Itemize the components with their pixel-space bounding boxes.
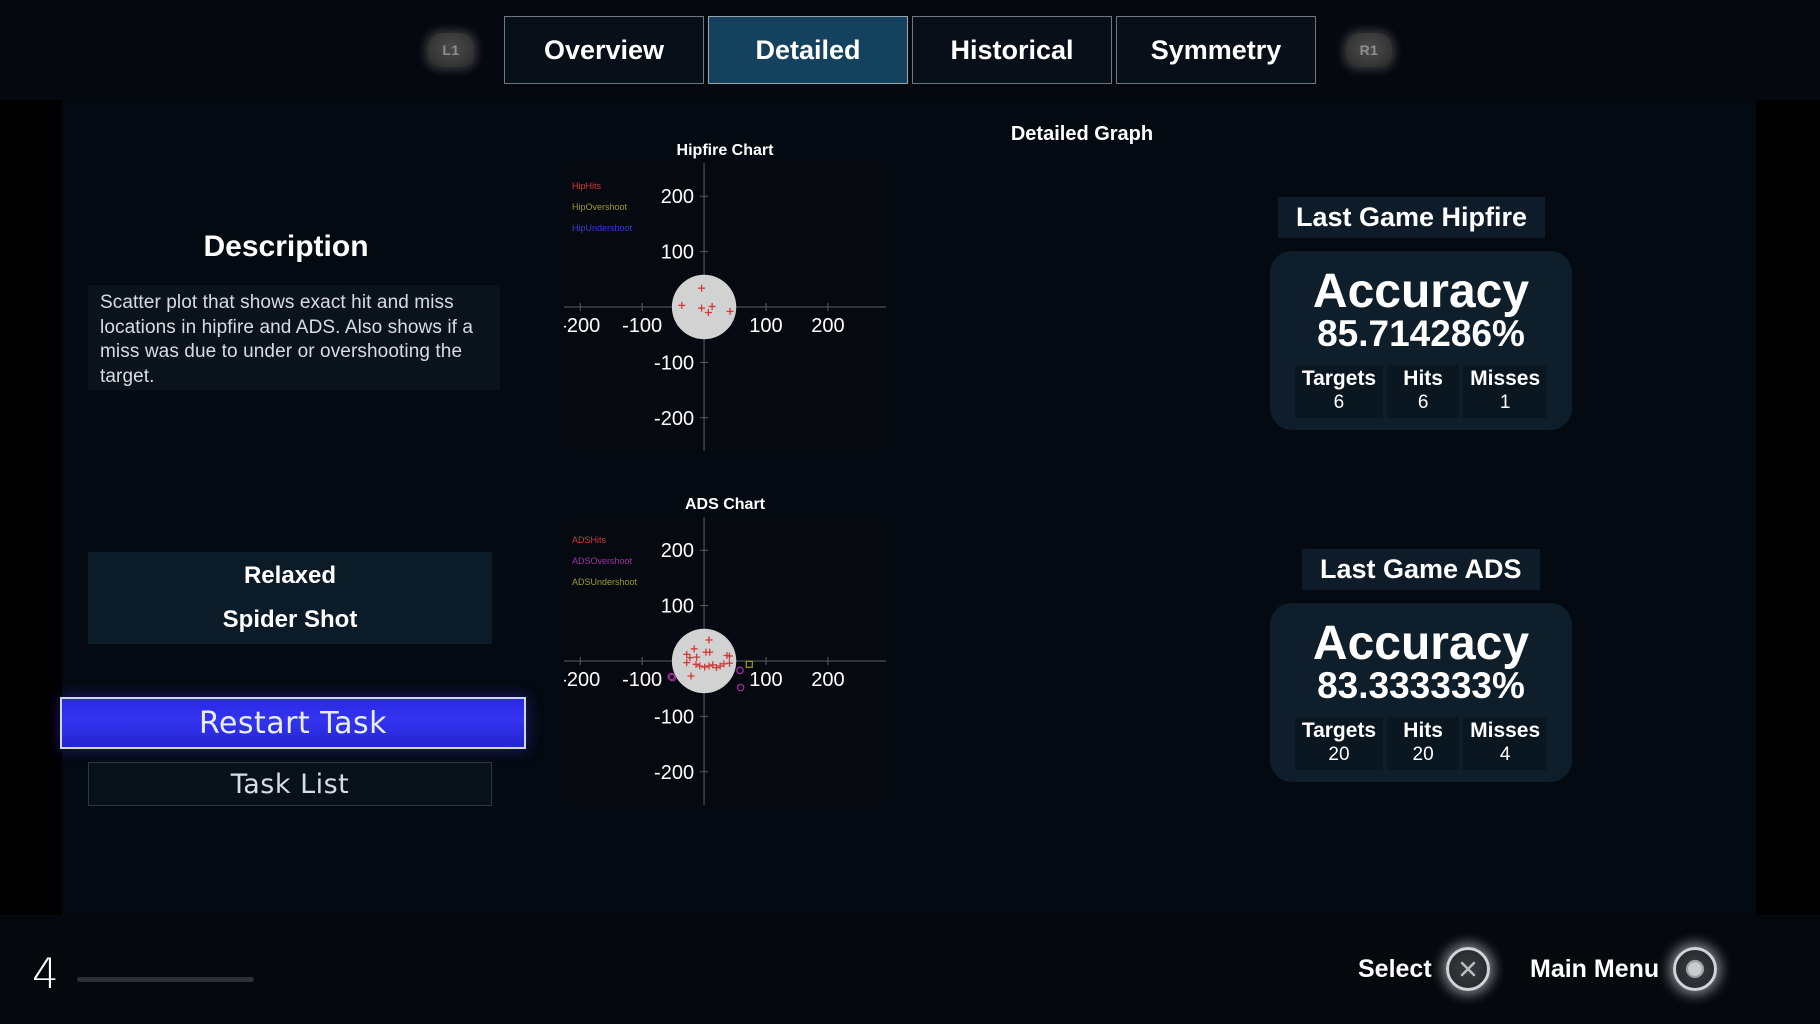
svg-text:-200: -200 — [654, 762, 694, 784]
description-box: Scatter plot that shows exact hit and mi… — [88, 285, 500, 390]
svg-text:-200: -200 — [564, 315, 600, 337]
ads-misses-value: 4 — [1470, 744, 1540, 766]
tab-symmetry[interactable]: Symmetry — [1116, 16, 1316, 84]
hipfire-chart: Hipfire Chart -200-100100200200100-100-2… — [564, 142, 886, 452]
progress-bar[interactable] — [77, 977, 254, 982]
hipfire-legend-hiphits: HipHits — [572, 181, 601, 191]
task-difficulty: Relaxed — [244, 562, 336, 590]
tab-symmetry-label: Symmetry — [1151, 35, 1282, 66]
hipfire-accuracy-value: 85.714286% — [1270, 314, 1572, 355]
ads-legend-adshits: ADSHits — [572, 535, 606, 545]
tab-bar: L1 Overview Detailed Historical Symmetry… — [0, 0, 1820, 100]
ads-targets-value: 20 — [1302, 744, 1376, 766]
l1-label: L1 — [442, 42, 459, 58]
ads-stats-card: Accuracy 83.333333% Targets 20 Hits 20 M… — [1270, 603, 1572, 782]
hipfire-chart-title: Hipfire Chart — [564, 142, 886, 160]
svg-text:200: 200 — [811, 669, 844, 691]
task-list-label: Task List — [231, 769, 350, 800]
ads-stat-row: Targets 20 Hits 20 Misses 4 — [1270, 717, 1572, 782]
tab-detailed[interactable]: Detailed — [708, 16, 908, 84]
svg-text:200: 200 — [811, 315, 844, 337]
page-title: Detailed Graph — [952, 123, 1212, 146]
ads-hits-cell: Hits 20 — [1387, 717, 1459, 770]
hipfire-misses-value: 1 — [1470, 392, 1540, 414]
hipfire-stats-header: Last Game Hipfire — [1278, 197, 1545, 238]
r1-shoulder-button[interactable]: R1 — [1346, 33, 1392, 67]
ads-targets-cell: Targets 20 — [1295, 717, 1383, 770]
svg-text:-100: -100 — [654, 352, 694, 374]
svg-text:100: 100 — [749, 315, 782, 337]
svg-text:200: 200 — [661, 186, 694, 208]
ads-accuracy-value: 83.333333% — [1270, 666, 1572, 707]
ads-stats-header: Last Game ADS — [1302, 549, 1540, 590]
hipfire-plot-area: -200 -100 100 200 200 100 -100 -200 HipHits HipOv… — [564, 163, 886, 451]
bottom-bar: 4 Select Main Menu — [0, 915, 1820, 1024]
ads-chart: ADS Chart -200 -100 100 200 200 100 -100 -200 AD… — [564, 496, 886, 806]
restart-task-label: Restart Task — [199, 706, 387, 741]
hipfire-hits-cell: Hits 6 — [1387, 365, 1459, 418]
tab-detailed-label: Detailed — [755, 35, 860, 66]
content-panel: Detailed Graph Description Scatter plot … — [62, 100, 1756, 915]
hipfire-misses-cell: Misses 1 — [1463, 365, 1547, 418]
restart-task-button[interactable]: Restart Task — [60, 697, 526, 749]
hipfire-accuracy-label: Accuracy — [1270, 267, 1572, 316]
left-column: Description Scatter plot that shows exac… — [76, 100, 496, 915]
hipfire-hits-key: Hits — [1394, 367, 1452, 391]
page-title-text: Detailed Graph — [1011, 123, 1153, 145]
hipfire-targets-key: Targets — [1302, 367, 1376, 391]
task-list-button[interactable]: Task List — [88, 762, 492, 806]
r1-label: R1 — [1360, 42, 1379, 58]
ads-legend-adsundershoot: ADSUndershoot — [572, 577, 637, 587]
tab-historical[interactable]: Historical — [912, 16, 1112, 84]
svg-text:-100: -100 — [622, 315, 662, 337]
ads-hits-value: 20 — [1394, 744, 1452, 766]
ads-accuracy-label: Accuracy — [1270, 619, 1572, 668]
ads-misses-cell: Misses 4 — [1463, 717, 1547, 770]
select-hint[interactable]: Select — [1358, 947, 1490, 991]
ads-stats-header-text: Last Game ADS — [1320, 554, 1522, 584]
main-menu-hint[interactable]: Main Menu — [1530, 947, 1717, 991]
hipfire-hits-value: 6 — [1394, 392, 1452, 414]
svg-text:100: 100 — [661, 242, 694, 264]
tab-historical-label: Historical — [950, 35, 1073, 66]
ads-hits-key: Hits — [1394, 719, 1452, 743]
hipfire-targets-value: 6 — [1302, 392, 1376, 414]
svg-text:-100: -100 — [622, 669, 662, 691]
svg-text:100: 100 — [749, 669, 782, 691]
svg-text:-100: -100 — [654, 706, 694, 728]
svg-text:200: 200 — [661, 540, 694, 562]
main-menu-hint-label: Main Menu — [1530, 955, 1659, 984]
tab-overview-label: Overview — [544, 35, 664, 66]
circle-button-icon[interactable] — [1673, 947, 1717, 991]
page-number: 4 — [32, 949, 59, 998]
description-heading: Description — [76, 230, 496, 264]
l1-shoulder-button[interactable]: L1 — [428, 33, 474, 67]
description-text: Scatter plot that shows exact hit and mi… — [100, 291, 492, 390]
tab-overview[interactable]: Overview — [504, 16, 704, 84]
hipfire-legend-hipundershoot: HipUndershoot — [572, 223, 632, 233]
task-info-panel: Relaxed Spider Shot — [88, 552, 492, 644]
hipfire-targets-cell: Targets 6 — [1295, 365, 1383, 418]
hipfire-misses-key: Misses — [1470, 367, 1540, 391]
hipfire-stat-row: Targets 6 Hits 6 Misses 1 — [1270, 365, 1572, 430]
task-name: Spider Shot — [223, 606, 358, 634]
ads-misses-key: Misses — [1470, 719, 1540, 743]
svg-text:-200: -200 — [564, 669, 600, 691]
svg-text:100: 100 — [661, 596, 694, 618]
ads-plot-area: -200 -100 100 200 200 100 -100 -200 ADSHits ADSOv… — [564, 517, 886, 805]
ads-legend-adsovershoot: ADSOvershoot — [572, 556, 632, 566]
ads-targets-key: Targets — [1302, 719, 1376, 743]
hipfire-stats-header-text: Last Game Hipfire — [1296, 202, 1527, 232]
app-root: L1 Overview Detailed Historical Symmetry… — [0, 0, 1820, 1024]
svg-text:-200: -200 — [654, 408, 694, 430]
select-hint-label: Select — [1358, 955, 1432, 984]
hipfire-legend-hipovershoot: HipOvershoot — [572, 202, 627, 212]
description-heading-text: Description — [203, 230, 368, 263]
cross-button-icon[interactable] — [1446, 947, 1490, 991]
ads-chart-title: ADS Chart — [564, 496, 886, 514]
hipfire-stats-card: Accuracy 85.714286% Targets 6 Hits 6 Mis… — [1270, 251, 1572, 430]
